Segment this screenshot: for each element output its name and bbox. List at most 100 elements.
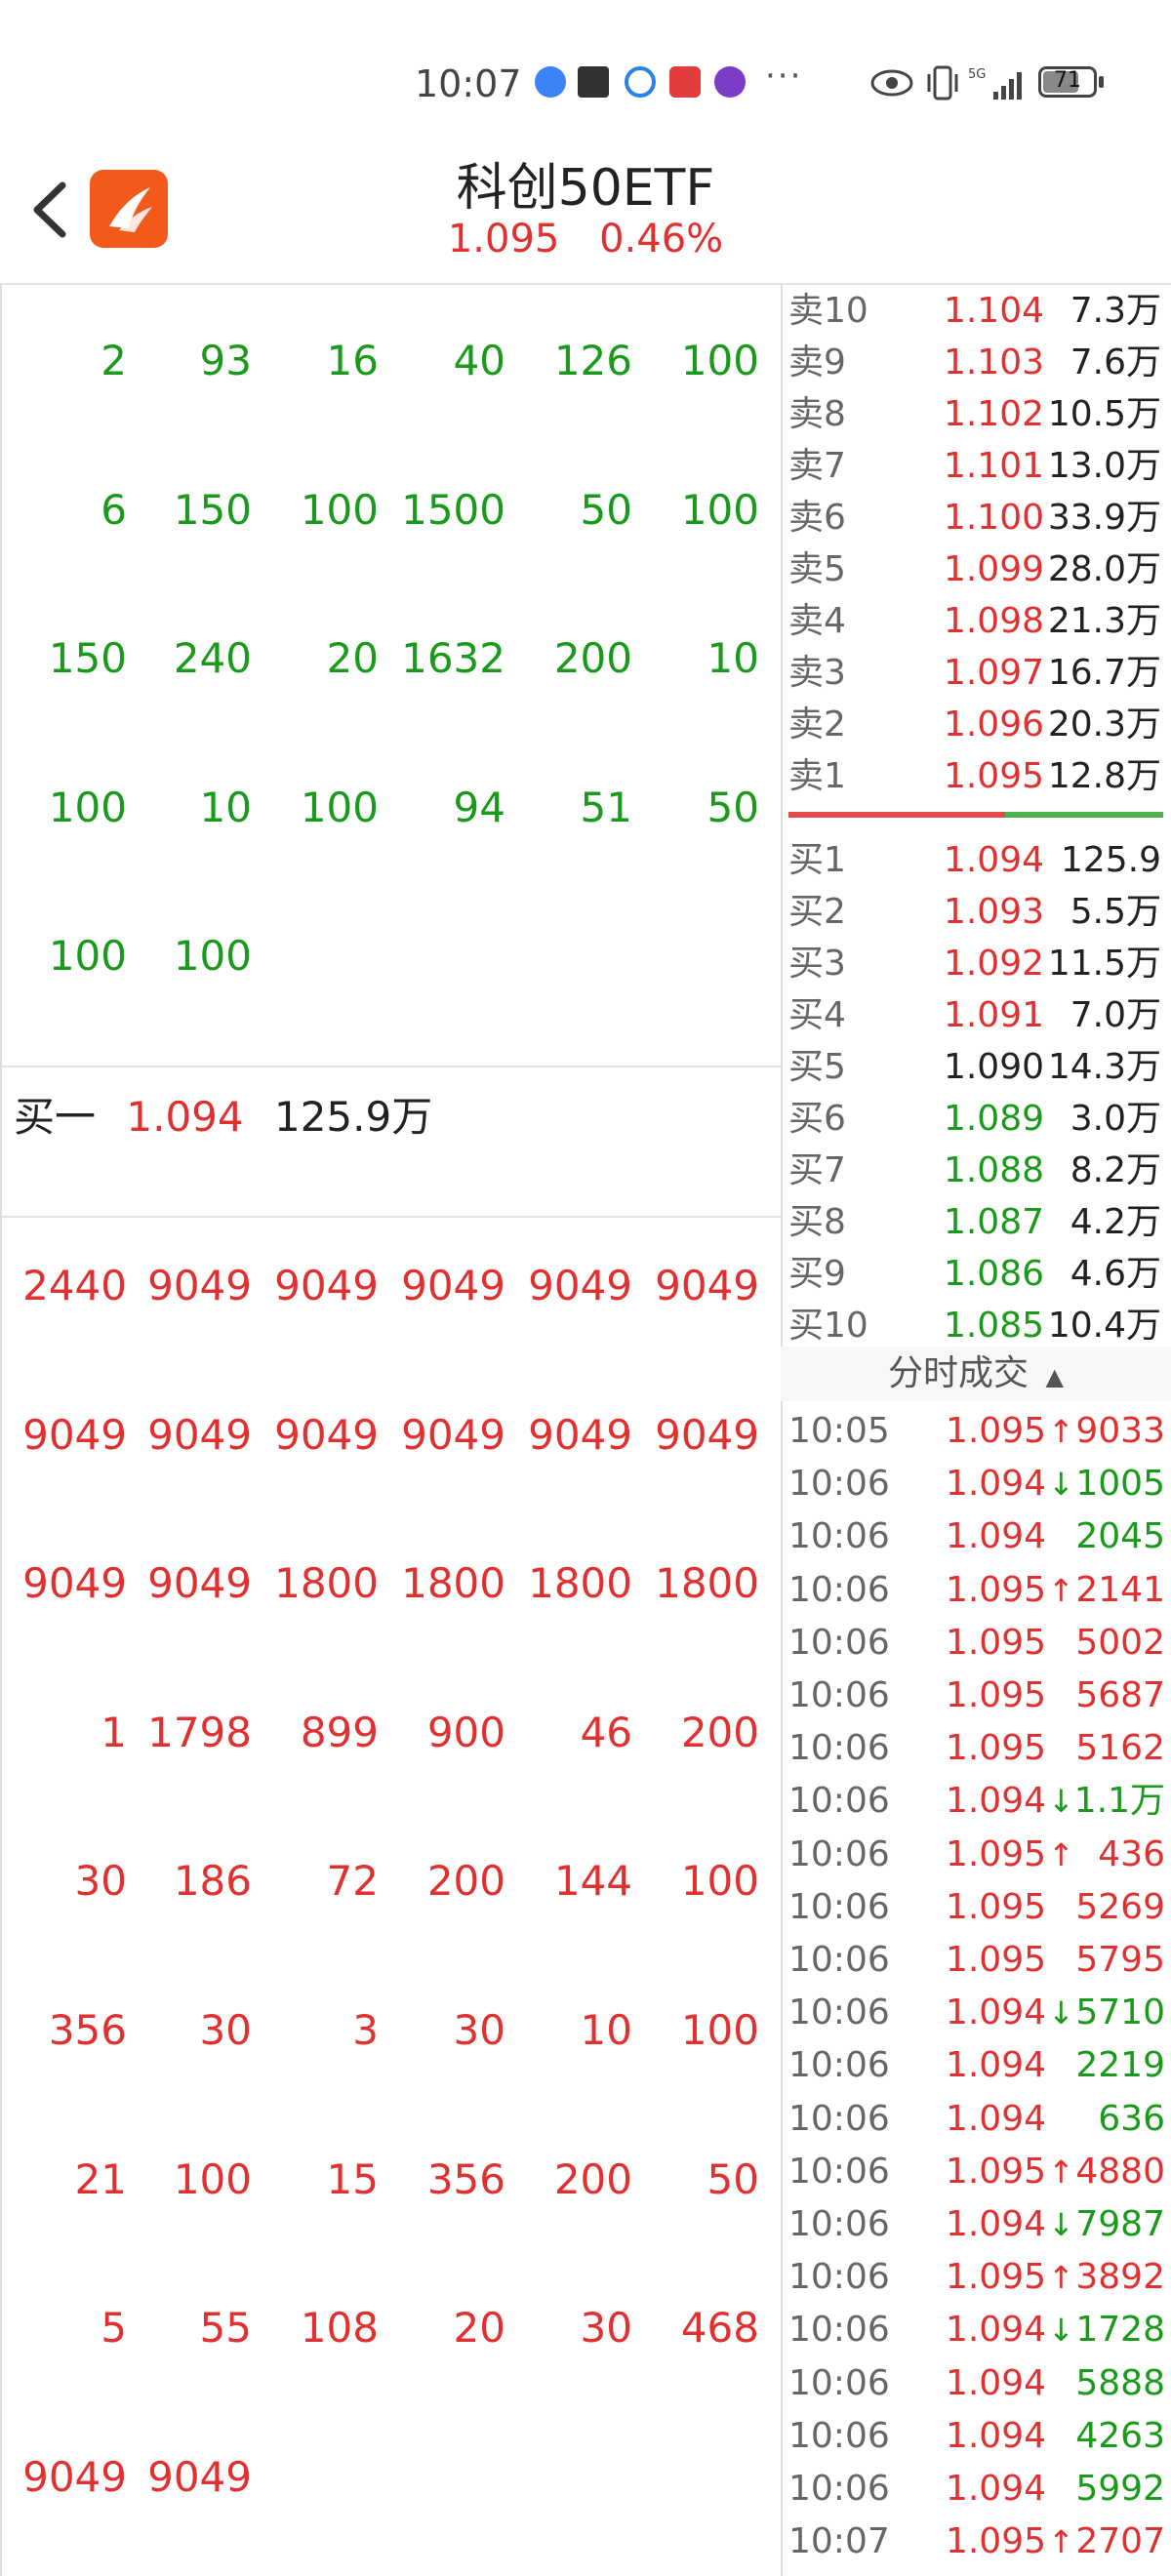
tick-volume: 50 [580, 485, 632, 534]
level-volume: 4.6万 [1070, 1254, 1161, 1294]
ask-level-row: 卖9 1.103 7.6万 [781, 337, 1171, 388]
tick-volume: 356 [426, 2154, 505, 2203]
tick-volume: 9049 [147, 1410, 252, 1459]
trade-volume: 436 [1098, 1833, 1165, 1874]
trade-row: 10:06 1.094 2045 [781, 1510, 1171, 1563]
tick-volume: 9049 [401, 1262, 505, 1309]
level-label: 卖7 [788, 446, 846, 486]
level-price: 1.091 [943, 995, 1044, 1035]
tick-volume: 1 [101, 1708, 127, 1756]
trades-header-toggle[interactable]: 分时成交 ▲ [781, 1347, 1171, 1401]
level-volume: 4.2万 [1070, 1202, 1161, 1242]
level-price: 1.092 [943, 944, 1044, 984]
trade-volume: 636 [1098, 2098, 1165, 2139]
order-book-panel: 卖10 1.104 7.3万 卖9 1.103 7.6万 卖8 1.102 10.5万 卖7 1.1… [781, 283, 1171, 2576]
trade-price: 1.095 [945, 1940, 1046, 1980]
tick-row: 9049 9049 [2, 2443, 781, 2512]
trade-row: 10:06 1.095 5687 [781, 1670, 1171, 1722]
level-price: 1.102 [943, 394, 1044, 434]
trade-time: 10:06 [788, 1886, 890, 1927]
trade-volume: 5888 [1075, 2362, 1165, 2403]
level-price: 1.098 [943, 601, 1044, 641]
tick-volume: 50 [707, 2154, 759, 2203]
tick-volume: 9049 [22, 1410, 127, 1459]
level-price: 1.100 [943, 498, 1044, 538]
level-volume: 20.3万 [1047, 704, 1161, 745]
collapse-arrow-icon: ▲ [1045, 1363, 1064, 1390]
tick-volume: 200 [426, 1857, 505, 1906]
trade-price: 1.094 [945, 2045, 1046, 2086]
tick-volume: 94 [453, 783, 505, 831]
ask-level-row: 卖5 1.099 28.0万 [781, 543, 1171, 595]
tick-volume: 100 [680, 485, 759, 534]
tick-volume: 126 [553, 337, 632, 384]
level-label: 卖4 [788, 601, 846, 641]
tick-volume: 100 [680, 1857, 759, 1906]
tick-volume: 900 [426, 1708, 505, 1756]
tick-volume: 100 [680, 337, 759, 384]
trade-volume: 2219 [1075, 2045, 1165, 2086]
level-label: 买6 [788, 1099, 846, 1139]
trade-row: 10:06 1.095 5002 [781, 1617, 1171, 1670]
tick-volume: 30 [74, 1857, 127, 1906]
tick-volume: 1798 [147, 1708, 252, 1756]
trade-volume: 4263 [1075, 2415, 1165, 2456]
tick-volume: 2 [101, 337, 127, 384]
tick-volume: 30 [453, 2006, 505, 2054]
level-price: 1.085 [943, 1306, 1044, 1346]
tick-volume: 2440 [22, 1262, 127, 1309]
trade-time: 10:05 [788, 1411, 890, 1451]
trade-time: 10:06 [788, 2310, 890, 2351]
tick-volume: 5 [101, 2304, 127, 2353]
tick-volume: 100 [48, 783, 127, 831]
level-label: 买5 [788, 1047, 846, 1087]
ask-level-row: 卖2 1.096 20.3万 [781, 699, 1171, 750]
level-price: 1.104 [943, 291, 1044, 331]
trade-volume: 5992 [1075, 2469, 1165, 2509]
tick-volume: 30 [580, 2304, 632, 2353]
level-volume: 7.6万 [1070, 342, 1161, 382]
status-time: 10:07 [415, 62, 522, 105]
level-label: 买9 [788, 1254, 846, 1294]
trade-time: 10:07 [788, 2521, 890, 2562]
level-price: 1.097 [943, 653, 1044, 693]
trade-time: 10:06 [788, 2415, 890, 2456]
tick-volume: 9049 [655, 1410, 759, 1459]
tick-volume: 30 [199, 2006, 252, 2054]
header: 科创50ETF 1.095 0.46% [0, 146, 1171, 285]
trade-volume: 7987 [1075, 2204, 1165, 2244]
level-label: 买3 [788, 944, 846, 984]
tick-row: 5 55 108 20 30 468 [2, 2294, 781, 2362]
trade-row: 10:06 1.095 5269 [781, 1881, 1171, 1934]
level-volume: 10.5万 [1047, 394, 1161, 434]
level-volume: 11.5万 [1047, 944, 1161, 984]
tick-volume: 9049 [274, 1410, 379, 1459]
level-price: 1.099 [943, 549, 1044, 589]
bid-one-price: 1.094 [126, 1093, 244, 1141]
trade-row: 10:06 1.095 ↑ 4880 [781, 2146, 1171, 2198]
trade-time: 10:06 [788, 1516, 890, 1557]
level-volume: 10.4万 [1047, 1306, 1161, 1346]
level-label: 买7 [788, 1150, 846, 1190]
trade-price: 1.094 [945, 2310, 1046, 2351]
trade-price: 1.095 [945, 1569, 1046, 1610]
eye-icon [870, 69, 913, 97]
trade-row: 10:06 1.094 5992 [781, 2463, 1171, 2516]
tick-volume: 200 [680, 1708, 759, 1756]
level-price: 1.089 [943, 1099, 1044, 1139]
tick-volume: 899 [300, 1708, 379, 1756]
trade-price: 1.094 [945, 2204, 1046, 2244]
trade-row: 10:06 1.095 ↑ 3892 [781, 2251, 1171, 2304]
level-label: 卖9 [788, 342, 846, 382]
level-label: 买1 [788, 840, 846, 880]
trade-volume: 9033 [1075, 1411, 1165, 1451]
trade-volume: 2141 [1075, 1569, 1165, 1610]
bid-level-row: 买7 1.088 8.2万 [781, 1145, 1171, 1196]
vibrate-icon [927, 65, 958, 101]
ask-level-row: 卖6 1.100 33.9万 [781, 492, 1171, 543]
trade-row: 10:06 1.095 5795 [781, 1934, 1171, 1987]
level-volume: 13.0万 [1047, 446, 1161, 486]
tick-volume: 200 [553, 2154, 632, 2203]
level-price: 1.095 [943, 756, 1044, 796]
price-summary: 1.095 0.46% [0, 217, 1171, 262]
